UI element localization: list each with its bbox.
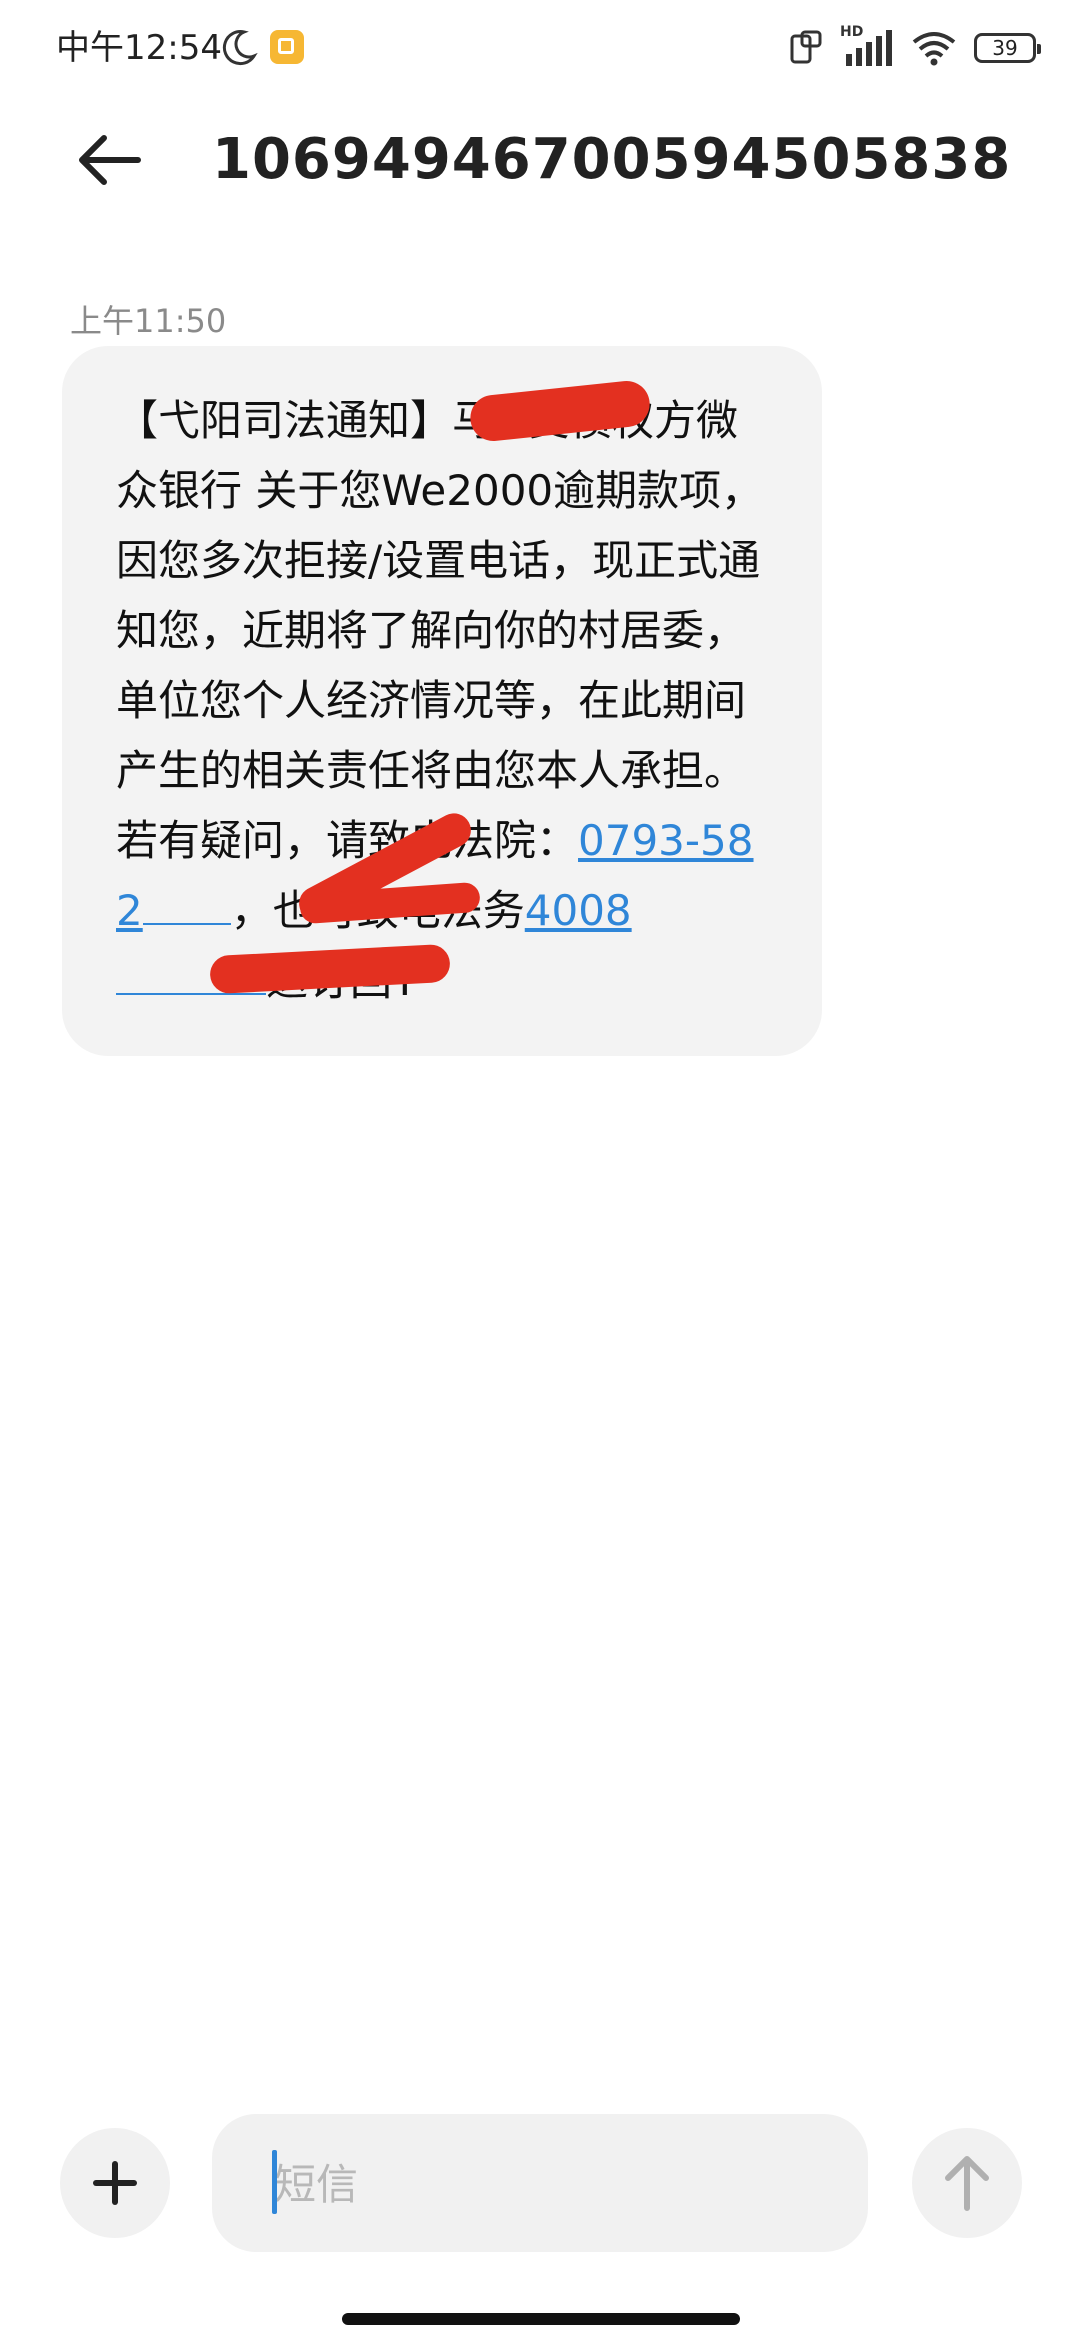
home-indicator[interactable] [342,2313,740,2325]
status-icons: HD 39 [788,24,1041,70]
message-timestamp: 上午11:50 [70,302,227,340]
screen-rotate-icon [790,30,822,64]
add-attachment-button[interactable] [60,2128,170,2238]
message-input-container[interactable] [212,2114,868,2252]
send-button[interactable] [912,2128,1022,2238]
send-arrow-icon [945,2156,989,2211]
signal-icon: HD [840,24,894,68]
battery-level: 39 [992,36,1018,60]
message-segment: 受债权方微众银行 关于您We2000逾期款项，因您多次拒接/设置电话，现正式通知… [116,396,764,865]
status-time: 中午12:54 [56,28,222,68]
phone-link[interactable]: 4008 [525,886,632,935]
back-arrow-icon[interactable] [66,118,150,202]
message-text: 【弋阳司法通知】马受债权方微众银行 关于您We2000逾期款项，因您多次拒接/设… [116,386,772,1016]
redacted-gap [142,893,231,925]
battery-icon: 39 [974,33,1041,63]
plus-icon [112,2161,118,2205]
text-cursor [272,2150,277,2214]
conversation-title: 10694946700594505838 [212,127,1012,192]
moon-icon [222,30,258,66]
wifi-icon [912,32,956,66]
notes-app-icon [270,30,304,64]
message-input[interactable] [272,2144,836,2224]
message-segment: 【弋阳司法通知】马 [116,396,495,445]
